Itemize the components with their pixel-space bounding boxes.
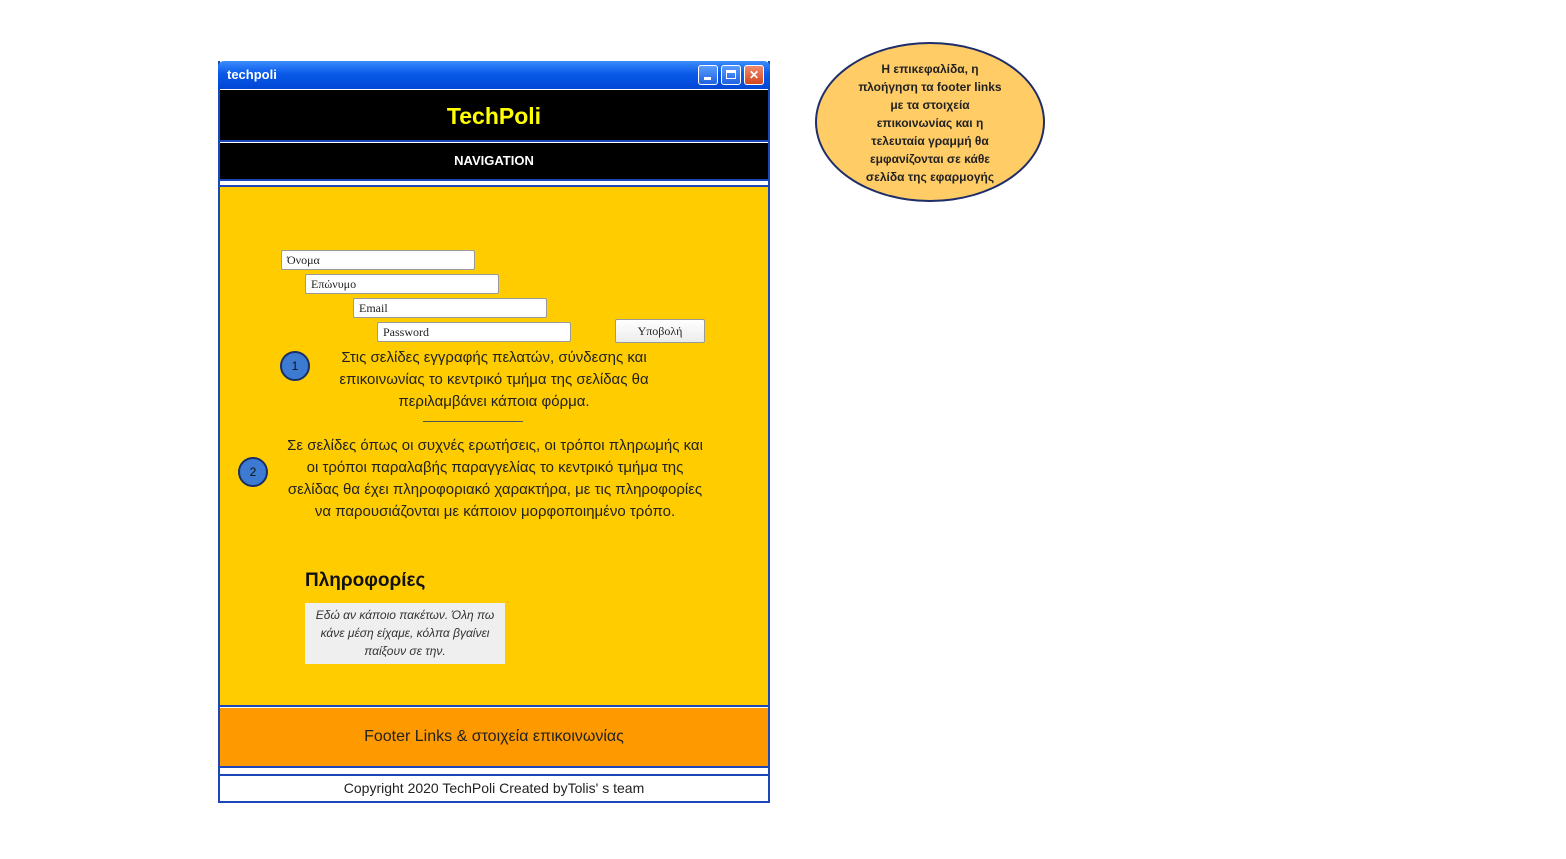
maximize-icon[interactable] — [721, 65, 741, 85]
email-field[interactable]: Email — [353, 298, 547, 318]
copyright-text: Copyright 2020 TechPoli Created byTolis'… — [343, 780, 645, 796]
navigation-label: NAVIGATION — [454, 153, 534, 168]
copyright-bar: Copyright 2020 TechPoli Created byTolis'… — [220, 774, 768, 801]
main-content: Όνομα Επώνυμο Email Password Υποβολή 1 Σ… — [220, 185, 768, 707]
annotation-marker-2: 2 — [238, 457, 268, 487]
first-name-field[interactable]: Όνομα — [281, 250, 475, 270]
window-title: techpoli — [227, 67, 277, 82]
app-window: techpoli ✕ TechPoli NAVIGATION Όνομα Επώ… — [218, 61, 770, 803]
section-divider — [423, 421, 523, 422]
footer-links[interactable]: Footer Links & στοιχεία επικοινωνίας — [220, 708, 768, 768]
navigation-bar[interactable]: NAVIGATION — [220, 143, 768, 181]
footer-links-label: Footer Links & στοιχεία επικοινωνίας — [364, 728, 624, 745]
password-field[interactable]: Password — [377, 322, 571, 342]
note-form-pages: Στις σελίδες εγγραφής πελατών, σύνδεσης … — [339, 349, 649, 410]
callout-text: Η επικεφαλίδα, η πλοήγηση τα footer link… — [858, 62, 1002, 184]
minimize-icon[interactable] — [698, 65, 718, 85]
last-name-field[interactable]: Επώνυμο — [305, 274, 499, 294]
brand-title: TechPoli — [446, 103, 542, 129]
info-text-box: Εδώ αν κάποιο πακέτων. Όλη πω κάνε μέση … — [305, 603, 505, 664]
site-header: TechPoli — [220, 90, 768, 142]
submit-button[interactable]: Υποβολή — [615, 319, 705, 343]
annotation-marker-1: 1 — [280, 351, 310, 381]
title-bar[interactable]: techpoli ✕ — [218, 61, 770, 89]
info-heading: Πληροφορίες — [305, 570, 426, 591]
close-icon[interactable]: ✕ — [744, 65, 764, 85]
note-info-pages: Σε σελίδες όπως οι συχνές ερωτήσεις, οι … — [287, 437, 703, 520]
